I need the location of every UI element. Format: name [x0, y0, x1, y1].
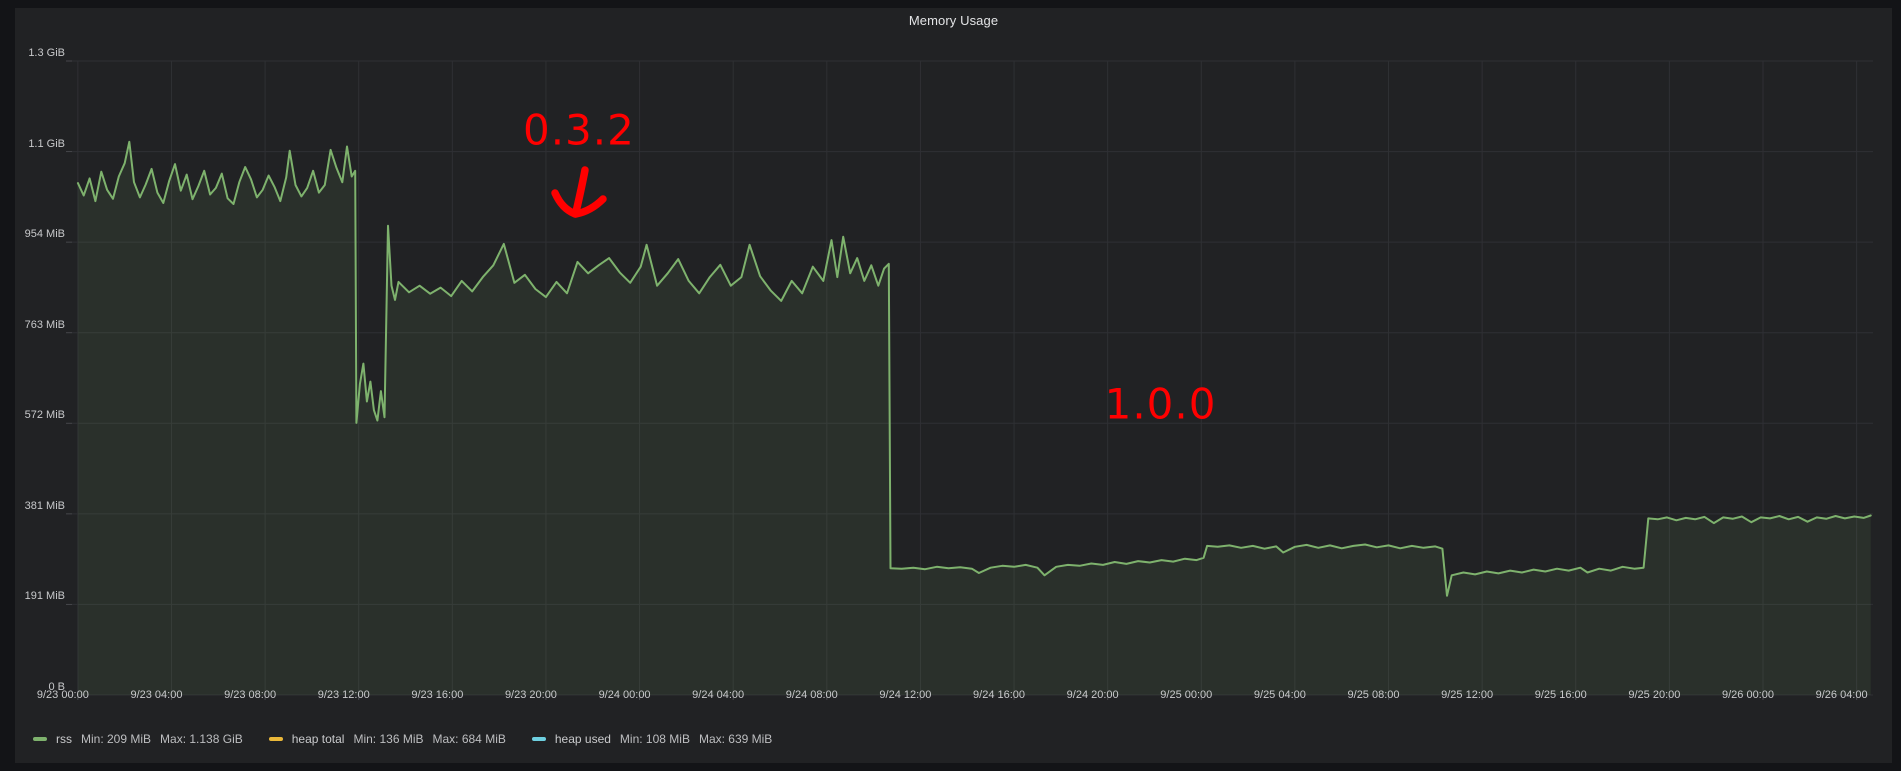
legend-series-name[interactable]: heap used	[555, 732, 611, 746]
legend-max-stat: Max: 1.138 GiB	[160, 732, 243, 746]
release-annotation-0-3-2: 0.3.2	[523, 105, 635, 154]
legend-max-stat: Max: 684 MiB	[433, 732, 506, 746]
x-axis-label: 9/24 12:00	[855, 688, 955, 702]
release-annotation-1-0-0: 1.0.0	[1105, 379, 1217, 428]
rss-series-line	[78, 142, 1871, 695]
legend-item-heap-used: heap used Min: 108 MiB Max: 639 MiB	[532, 732, 772, 746]
x-axis-label: 9/23 04:00	[106, 688, 206, 702]
legend-series-name[interactable]: heap total	[292, 732, 345, 746]
y-axis-label: 381 MiB	[0, 499, 65, 513]
legend-max-stat: Max: 639 MiB	[699, 732, 772, 746]
legend-item-heap-total: heap total Min: 136 MiB Max: 684 MiB	[269, 732, 506, 746]
x-axis-label: 9/24 04:00	[668, 688, 768, 702]
x-axis-label: 9/24 08:00	[762, 688, 862, 702]
legend-swatch-icon	[33, 737, 47, 741]
memory-usage-chart[interactable]	[15, 8, 1901, 771]
legend-item-rss: rss Min: 209 MiB Max: 1.138 GiB	[33, 732, 243, 746]
y-axis-label: 1.1 GiB	[0, 137, 65, 151]
legend-min-stat: Min: 136 MiB	[353, 732, 423, 746]
x-axis-label: 9/25 20:00	[1604, 688, 1704, 702]
x-axis-label: 9/24 00:00	[575, 688, 675, 702]
x-axis-label: 9/23 16:00	[387, 688, 487, 702]
screenshot-root: Memory Usage 0 B191 MiB381 MiB572 MiB763…	[0, 0, 1901, 771]
legend: rss Min: 209 MiB Max: 1.138 GiB heap total M…	[33, 730, 772, 748]
x-axis-label: 9/24 20:00	[1043, 688, 1143, 702]
x-axis-label: 9/23 12:00	[294, 688, 394, 702]
y-axis-label: 763 MiB	[0, 318, 65, 332]
y-axis-label: 191 MiB	[0, 589, 65, 603]
x-axis-label: 9/25 12:00	[1417, 688, 1517, 702]
x-axis-label: 9/25 04:00	[1230, 688, 1330, 702]
x-axis-label: 9/25 00:00	[1136, 688, 1236, 702]
legend-series-name[interactable]: rss	[56, 732, 72, 746]
legend-min-stat: Min: 209 MiB	[81, 732, 151, 746]
y-axis-label: 572 MiB	[0, 408, 65, 422]
annotation-arrow-0-3-2	[555, 170, 603, 214]
legend-min-stat: Min: 108 MiB	[620, 732, 690, 746]
x-axis-label: 9/26 00:00	[1698, 688, 1798, 702]
x-axis-label: 9/24 16:00	[949, 688, 1049, 702]
x-axis-label: 9/23 20:00	[481, 688, 581, 702]
x-axis-label: 9/25 08:00	[1324, 688, 1424, 702]
y-axis-label: 954 MiB	[0, 227, 65, 241]
x-axis-label: 9/25 16:00	[1511, 688, 1611, 702]
legend-swatch-icon	[532, 737, 546, 741]
memory-usage-panel: Memory Usage 0 B191 MiB381 MiB572 MiB763…	[15, 8, 1892, 763]
y-axis-label: 1.3 GiB	[0, 46, 65, 60]
legend-swatch-icon	[269, 737, 283, 741]
x-axis-label: 9/23 00:00	[13, 688, 113, 702]
x-axis-label: 9/23 08:00	[200, 688, 300, 702]
x-axis-label: 9/26 04:00	[1792, 688, 1892, 702]
